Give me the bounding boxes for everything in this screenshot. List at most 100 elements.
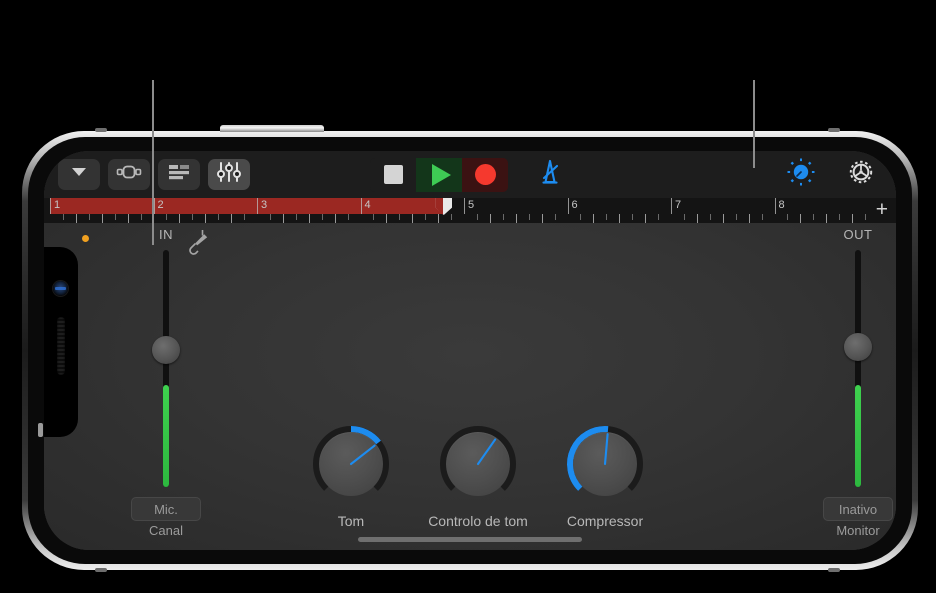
device-antenna-mark-bottom-left xyxy=(95,568,107,572)
ruler-bar-line xyxy=(50,198,51,214)
ruler-beat-tick xyxy=(192,214,194,220)
ruler-beat-tick xyxy=(619,214,621,223)
add-section-button[interactable]: + xyxy=(876,199,888,220)
ruler-beat-tick xyxy=(399,214,401,220)
ruler-beat-tick xyxy=(696,214,698,223)
ruler-beat-tick xyxy=(476,214,478,220)
app-toolbar xyxy=(44,151,896,198)
ruler-beat-tick xyxy=(101,214,103,223)
ruler-beat-tick xyxy=(218,214,220,220)
ruler-beat-tick xyxy=(593,214,595,223)
toolbar-right-group xyxy=(780,157,882,192)
ruler-beat-tick xyxy=(62,214,64,220)
mixer-sliders-icon xyxy=(217,161,241,188)
ruler-bar-label: 3 xyxy=(261,199,268,211)
phone-screen: 12345678 + IN Mic. Canal OUT Inativo Mon… xyxy=(44,151,896,550)
playhead[interactable] xyxy=(435,198,453,223)
device-bezel: 12345678 + IN Mic. Canal OUT Inativo Mon… xyxy=(28,137,912,564)
timeline-ruler[interactable]: 1 2 3 4 5 6 7 8 + xyxy=(44,198,896,223)
playhead-head-fill xyxy=(435,198,444,215)
ruler-beat-tick xyxy=(748,214,750,223)
ruler-beat-tick xyxy=(244,214,246,220)
ruler-bar-line xyxy=(360,198,362,214)
ruler-beat-tick xyxy=(321,214,323,220)
ruler-beat-tick xyxy=(269,214,271,220)
ruler-beat-tick xyxy=(528,214,530,220)
knob-controlo-de-tom[interactable]: Controlo de tom xyxy=(428,423,528,529)
knob-compressor[interactable]: Compressor xyxy=(564,423,646,529)
ruler-beat-tick xyxy=(787,214,789,220)
ruler-beat-tick xyxy=(140,214,142,220)
knob-drive[interactable]: Drive xyxy=(374,549,456,550)
fx-knob-button[interactable] xyxy=(780,157,822,192)
ruler-beat-tick xyxy=(425,214,427,220)
navigation-chevron-button[interactable] xyxy=(58,159,100,190)
fx-knob-icon xyxy=(786,157,816,192)
ruler-beat-tick xyxy=(282,214,284,223)
ruler-ticks: 1 2 3 4 5 6 7 8 xyxy=(44,198,896,223)
ruler-beat-tick xyxy=(515,214,517,223)
ruler-beat-tick xyxy=(580,214,582,220)
chevron-down-icon xyxy=(69,162,89,187)
ruler-beat-tick xyxy=(334,214,336,223)
knob-tom[interactable]: Tom xyxy=(310,423,392,529)
ruler-bar-label: 6 xyxy=(571,199,578,211)
ruler-beat-tick xyxy=(489,214,491,223)
ruler-bar-line xyxy=(257,198,258,214)
ruler-beat-tick xyxy=(813,214,815,220)
play-button[interactable] xyxy=(416,157,462,192)
knob-compressor-label: Compressor xyxy=(566,513,644,529)
ruler-beat-tick xyxy=(308,214,310,223)
ruler-beat-tick xyxy=(373,214,375,220)
ruler-beat-tick xyxy=(412,214,414,223)
ruler-beat-tick xyxy=(554,214,556,220)
tracks-list-button[interactable] xyxy=(158,159,200,190)
ruler-beat-tick xyxy=(632,214,634,220)
metronome-button[interactable] xyxy=(530,158,570,192)
garageband-app: 12345678 + IN Mic. Canal OUT Inativo Mon… xyxy=(44,151,896,550)
ruler-beat-tick xyxy=(683,214,685,220)
stop-icon xyxy=(383,165,403,184)
ruler-beat-tick xyxy=(179,214,181,223)
ruler-bar-label: 7 xyxy=(675,199,682,211)
ruler-beat-tick xyxy=(709,214,711,220)
device-side-button[interactable] xyxy=(38,423,43,437)
view-toggle-button[interactable] xyxy=(108,159,150,190)
metronome-icon xyxy=(535,158,565,191)
ruler-beat-tick xyxy=(761,214,763,220)
track-view-icon xyxy=(116,162,142,187)
home-indicator xyxy=(358,537,582,542)
ruler-beat-tick xyxy=(75,214,77,223)
ruler-bar-label: 2 xyxy=(157,199,164,211)
ruler-bar-line xyxy=(671,198,672,214)
ruler-beat-tick xyxy=(645,214,647,223)
knob-tom-label: Tom xyxy=(337,513,365,529)
transport-button-group xyxy=(370,157,508,192)
mixer-body: IN Mic. Canal OUT Inativo Monitor Tom Co… xyxy=(44,223,896,550)
tracks-list-icon xyxy=(167,163,191,186)
ruler-beat-tick xyxy=(205,214,207,223)
record-button[interactable] xyxy=(462,157,508,192)
screenshot-stage: 12345678 + IN Mic. Canal OUT Inativo Mon… xyxy=(0,0,936,593)
settings-button[interactable] xyxy=(840,159,882,190)
ruler-beat-tick xyxy=(839,214,841,220)
ruler-beat-tick xyxy=(114,214,116,220)
fx-callout-line xyxy=(753,80,755,168)
ruler-bar-label: 5 xyxy=(468,199,475,211)
ruler-bar-line xyxy=(774,198,776,214)
ruler-beat-tick xyxy=(386,214,388,223)
ruler-beat-tick xyxy=(347,214,349,220)
ruler-beat-tick xyxy=(865,214,867,220)
knob-vocal-hall[interactable]: Vocal Hall xyxy=(501,549,583,550)
mixer-button[interactable] xyxy=(208,159,250,190)
ruler-beat-tick xyxy=(852,214,854,223)
device-antenna-mark-bottom-right xyxy=(828,568,840,572)
transport-controls xyxy=(370,157,570,192)
stop-button[interactable] xyxy=(370,157,416,192)
ruler-beat-tick xyxy=(658,214,660,220)
ruler-beat-tick xyxy=(800,214,802,223)
device-top-button[interactable] xyxy=(220,125,324,132)
device-antenna-mark-left xyxy=(95,128,107,132)
ruler-beat-tick xyxy=(166,214,168,220)
ruler-beat-tick xyxy=(735,214,737,220)
